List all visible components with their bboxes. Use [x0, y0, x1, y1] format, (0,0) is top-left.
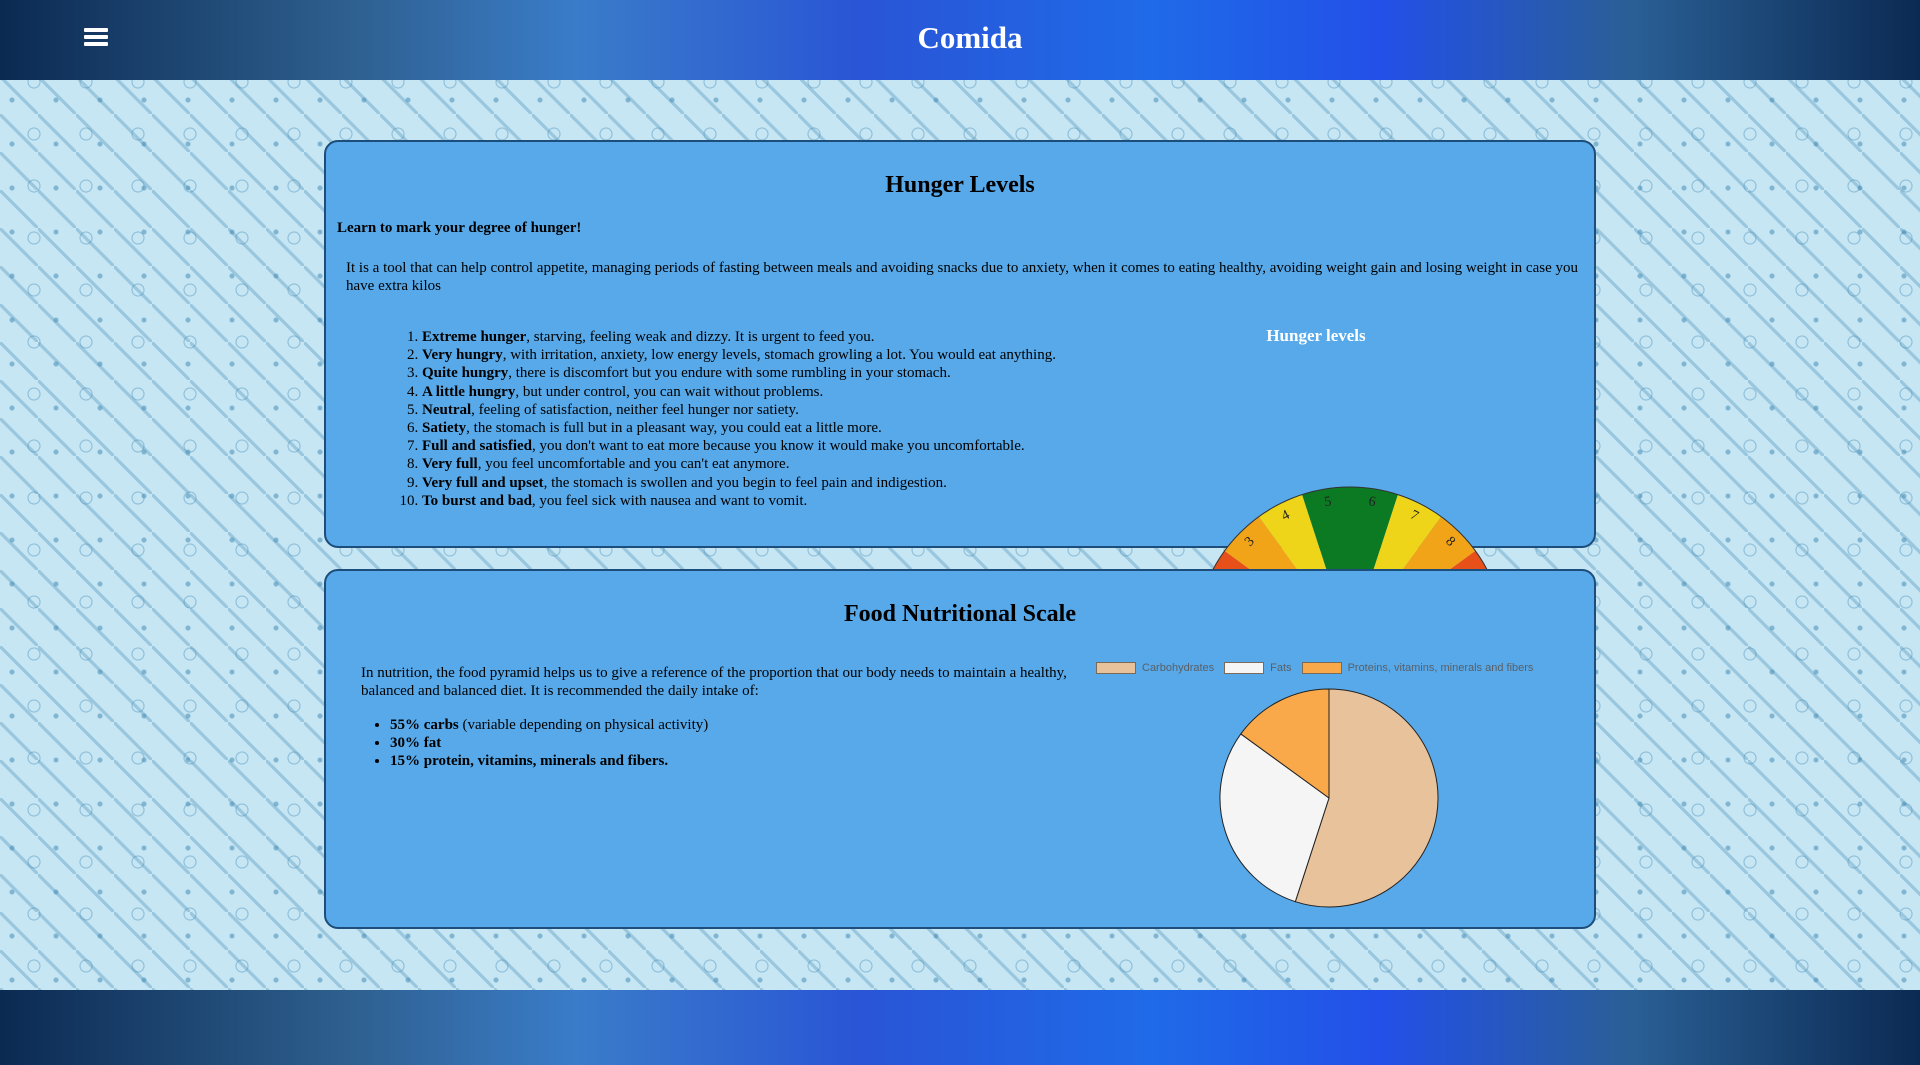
legend-swatch: [1301, 662, 1342, 674]
hunger-levels-card: Hunger Levels Learn to mark your degree …: [324, 140, 1596, 648]
hunger-level-item: Satiety, the stomach is full but in a pl…: [422, 419, 1142, 437]
hunger-level-item-strong: Neutral: [422, 401, 472, 418]
legend-swatch: [1224, 662, 1265, 674]
bottom-bar: [0, 990, 1920, 1065]
hunger-levels-list: Extreme hunger, starving, feeling weak a…: [422, 328, 1142, 510]
legend-item[interactable]: Carbohydrates: [1096, 662, 1214, 674]
legend-label: Carbohydrates: [1142, 662, 1215, 674]
hunger-level-item: Very full, you feel uncomfortable and yo…: [422, 455, 1142, 473]
nutrition-bullet-text: (variable depending on physical activity…: [458, 717, 709, 733]
nutrition-text: In nutrition, the food pyramid helps us …: [361, 665, 1067, 699]
hunger-level-item-text: , but under control, you can wait withou…: [515, 383, 824, 400]
hunger-level-item: Very hungry, with irritation, anxiety, l…: [422, 346, 1142, 364]
hunger-level-item-strong: A little hungry: [422, 383, 516, 400]
hunger-level-item: Full and satisfied, you don't want to ea…: [422, 437, 1142, 455]
nutrition-card: Food Nutritional Scale In nutrition, the…: [324, 569, 1596, 929]
hunger-level-item: To burst and bad, you feel sick with nau…: [422, 492, 1142, 510]
hunger-level-item-strong: Satiety: [422, 420, 467, 437]
hunger-level-item-strong: Full and satisfied: [422, 438, 533, 455]
hunger-level-item-strong: Quite hungry: [422, 365, 509, 382]
nutrition-title: Food Nutritional Scale: [844, 601, 1076, 627]
hunger-level-item-text: , you feel sick with nausea and want to …: [531, 492, 808, 509]
nutrition-bullet: 15% protein, vitamins, minerals and fibe…: [390, 752, 708, 770]
hunger-levels-title: Hunger Levels: [885, 172, 1035, 198]
hunger-level-item-text: , the stomach is swollen and you begin t…: [543, 474, 947, 491]
hunger-level-item-text: , you don't want to eat more because you…: [532, 438, 1025, 455]
hunger-level-item-strong: Very full: [422, 456, 478, 473]
hunger-description: It is a tool that can help control appet…: [346, 260, 1578, 294]
pie-legend: Carbohydrates Fats Proteins, vitamins, min…: [1096, 662, 1543, 674]
nutrition-list: 55% carbs (variable depending on physica…: [390, 716, 708, 771]
hunger-level-item-strong: Extreme hunger: [422, 329, 527, 345]
nutrition-bullet-strong: 55% carbs: [390, 717, 459, 733]
hunger-level-item-strong: Very full and upset: [422, 474, 544, 491]
hunger-level-item: A little hungry, but under control, you …: [422, 383, 1142, 401]
hunger-level-item-strong: Very hungry: [422, 347, 503, 364]
legend-label: Proteins, vitamins, minerals and fibers: [1347, 662, 1534, 674]
legend-item[interactable]: Proteins, vitamins, minerals and fibers: [1301, 662, 1534, 674]
hunger-level-item-text: , there is discomfort but you endure wit…: [508, 365, 951, 382]
hunger-level-item-strong: To burst and bad: [422, 492, 532, 509]
nutrition-bullet: 30% fat: [390, 734, 708, 752]
hunger-level-item-text: , starving, feeling weak and dizzy. It i…: [526, 329, 875, 345]
nutrition-bullet-strong: 30% fat: [390, 735, 442, 752]
hunger-level-item-text: , feeling of satisfaction, neither feel …: [471, 401, 799, 418]
legend-label: Fats: [1270, 662, 1292, 674]
nutrition-bullet: 55% carbs (variable depending on physica…: [390, 716, 708, 734]
hunger-level-item: Quite hungry, there is discomfort but yo…: [422, 364, 1142, 382]
hunger-level-item: Very full and upset, the stomach is swol…: [422, 474, 1142, 492]
hunger-level-item-text: , with irritation, anxiety, low energy l…: [502, 347, 1056, 364]
legend-swatch: [1096, 662, 1136, 674]
hunger-level-item-text: , the stomach is full but in a pleasant …: [466, 420, 882, 437]
hunger-level-item-text: , you feel uncomfortable and you can't e…: [477, 456, 790, 473]
hunger-lead: Learn to mark your degree of hunger!: [337, 220, 582, 236]
nutrition-pie-chart: [1219, 688, 1439, 908]
nutrition-bullet-strong: 15% protein, vitamins, minerals and fibe…: [390, 753, 669, 770]
hunger-level-item: Neutral, feeling of satisfaction, neithe…: [422, 401, 1142, 419]
hunger-level-item: Extreme hunger, starving, feeling weak a…: [422, 328, 1142, 346]
site-title: Comida: [917, 20, 1023, 55]
legend-item[interactable]: Fats: [1224, 662, 1292, 674]
